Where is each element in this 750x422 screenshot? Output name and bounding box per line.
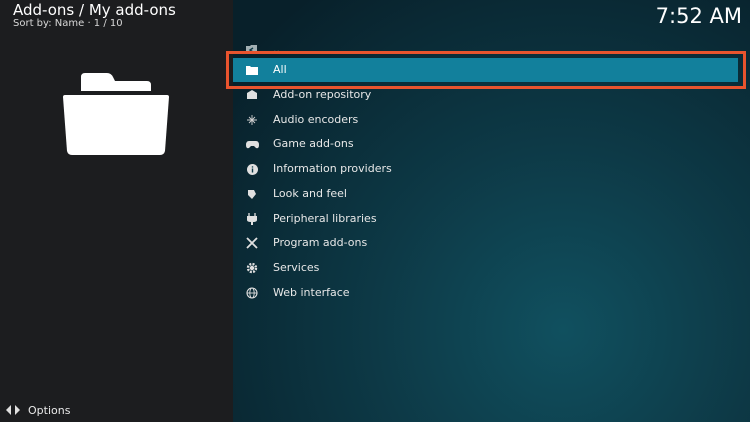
globe-icon [245,286,259,300]
menu-item-label: Program add-ons [273,236,368,249]
options-button[interactable]: Options [6,402,70,418]
menu-item-services[interactable]: Services [233,256,750,280]
sparkle-icon [245,113,259,127]
plug-icon [245,212,259,226]
menu-item-label: Game add-ons [273,137,354,150]
options-label: Options [28,403,71,417]
menu-item-information-providers[interactable]: Information providers [233,157,750,181]
menu-item-look-and-feel[interactable]: Look and feel [233,182,750,206]
gear-icon [245,261,259,275]
left-panel [0,0,233,422]
info-icon [245,162,259,176]
menu-item-label: Look and feel [273,187,347,200]
folder-thumbnail-icon [63,73,169,155]
box-icon [245,88,259,102]
menu-item-label: Web interface [273,286,350,299]
menu-item-program-addons[interactable]: Program add-ons [233,231,750,255]
gamepad-icon [245,137,259,151]
tools-icon [245,236,259,250]
menu-item-label: Information providers [273,162,392,175]
menu-item-peripheral-libraries[interactable]: Peripheral libraries [233,207,750,231]
sort-info[interactable]: Sort by: Name · 1 / 10 [13,17,123,30]
menu-item-label: Peripheral libraries [273,212,377,225]
clock: 7:52 AM [655,4,742,28]
menu-item-game-addons[interactable]: Game add-ons [233,132,750,156]
paint-icon [245,187,259,201]
menu-item-web-interface[interactable]: Web interface [233,281,750,305]
highlight-annotation-box [226,51,746,89]
menu-item-label: Audio encoders [273,113,359,126]
options-arrows-icon [6,401,20,420]
menu-item-label: Services [273,261,320,274]
menu-item-audio-encoders[interactable]: Audio encoders [233,108,750,132]
